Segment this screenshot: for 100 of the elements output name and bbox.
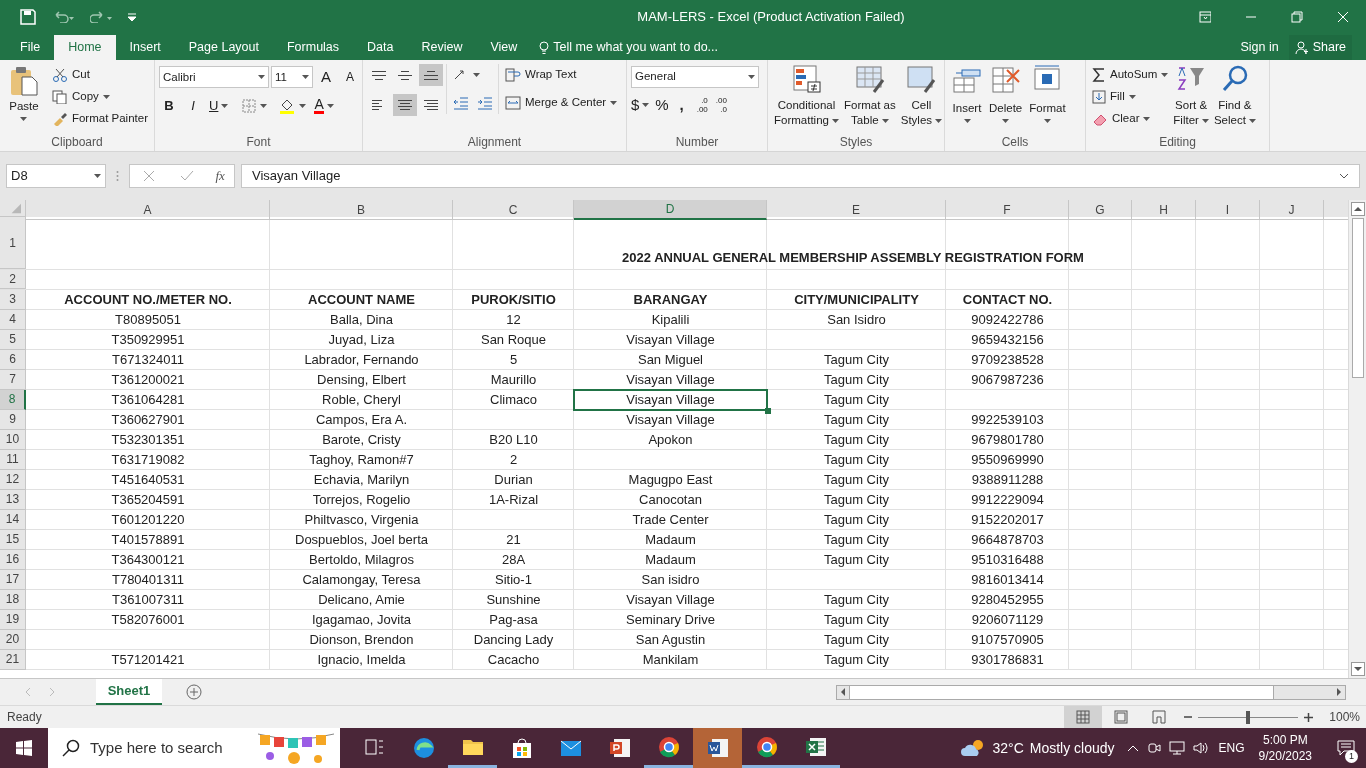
tell-me-field[interactable]: Tell me what you want to do...: [553, 38, 754, 57]
ribbon-tab[interactable]: File: [6, 35, 55, 60]
table-cell[interactable]: Echavia, Marilyn: [270, 470, 453, 490]
table-cell[interactable]: Tagum City: [767, 430, 946, 450]
row-header[interactable]: 4: [0, 310, 26, 330]
table-cell[interactable]: T361007311: [26, 590, 270, 610]
align-center-button[interactable]: [393, 94, 417, 116]
table-cell[interactable]: 5: [453, 350, 574, 370]
table-cell[interactable]: 9664878703: [946, 530, 1069, 550]
ribbon-button[interactable]: Fill: [1090, 86, 1171, 108]
table-cell[interactable]: Tagum City: [767, 650, 946, 670]
zoom-in-button[interactable]: [1304, 712, 1314, 722]
shrink-font-button[interactable]: A: [339, 68, 361, 87]
table-cell[interactable]: Apokon: [574, 430, 767, 450]
ribbon-button[interactable]: Cut: [49, 64, 150, 86]
table-cell[interactable]: Mankilam: [574, 650, 767, 670]
table-cell[interactable]: 9067987236: [946, 370, 1069, 390]
table-cell[interactable]: Tagum City: [767, 390, 946, 410]
table-cell[interactable]: Barote, Cristy: [270, 430, 453, 450]
horizontal-scrollbar[interactable]: [836, 684, 1346, 700]
table-cell[interactable]: 12: [453, 310, 574, 330]
table-cell[interactable]: Visayan Village: [574, 370, 767, 390]
table-cell[interactable]: Madaum: [574, 530, 767, 550]
table-cell[interactable]: Dancing Lady: [453, 630, 574, 650]
table-cell[interactable]: 2: [453, 450, 574, 470]
sort-filter-button[interactable]: Sort & Filter: [1171, 64, 1211, 128]
scroll-thumb[interactable]: [1351, 218, 1364, 378]
table-cell[interactable]: Roble, Cheryl: [270, 390, 453, 410]
row-header[interactable]: 19: [0, 610, 26, 630]
table-cell[interactable]: Campos, Era A.: [270, 410, 453, 430]
sheet-tab[interactable]: Sheet1: [96, 679, 162, 705]
bold-button[interactable]: B: [159, 94, 179, 117]
row-header[interactable]: 12: [0, 470, 26, 490]
table-cell[interactable]: Balla, Dina: [270, 310, 453, 330]
table-cell[interactable]: Sunshine: [453, 590, 574, 610]
table-cell[interactable]: 1A-Rizal: [453, 490, 574, 510]
ribbon-button[interactable]: Clear: [1090, 108, 1171, 130]
row-header[interactable]: 16: [0, 550, 26, 570]
table-cell[interactable]: Tagum City: [767, 610, 946, 630]
table-cell[interactable]: BARANGAY: [574, 290, 767, 310]
taskbar-search-box[interactable]: Type here to search: [48, 728, 340, 768]
row-header[interactable]: 2: [0, 270, 26, 289]
table-cell[interactable]: Magugpo East: [574, 470, 767, 490]
row-header[interactable]: 21: [0, 650, 26, 670]
ribbon-tab[interactable]: Home: [54, 35, 116, 60]
table-cell[interactable]: T582076001: [26, 610, 270, 630]
table-cell[interactable]: 9092422786: [946, 310, 1069, 330]
clock-time[interactable]: 5:00 PM: [1262, 732, 1308, 748]
table-cell[interactable]: 9816013414: [946, 570, 1069, 590]
table-cell[interactable]: T780401311: [26, 570, 270, 590]
decrease-decimal-button[interactable]: .00 .0: [715, 96, 727, 114]
table-cell[interactable]: ACCOUNT NO./METER NO.: [26, 290, 270, 310]
table-cell[interactable]: CITY/MUNICIPALITY: [767, 290, 946, 310]
table-cell[interactable]: Philtvasco, Virgenia: [270, 510, 453, 530]
table-cell[interactable]: San isidro: [574, 570, 767, 590]
table-cell[interactable]: T671324011: [26, 350, 270, 370]
table-cell[interactable]: Bertoldo, Milagros: [270, 550, 453, 570]
table-cell[interactable]: Tagum City: [767, 490, 946, 510]
table-cell[interactable]: Cacacho: [453, 650, 574, 670]
table-cell[interactable]: T601201220: [26, 510, 270, 530]
table-cell[interactable]: T361200021: [26, 370, 270, 390]
table-cell[interactable]: T571201421: [26, 650, 270, 670]
add-sheet-button[interactable]: [186, 684, 202, 700]
table-cell[interactable]: T361064281: [26, 390, 270, 410]
formula-input[interactable]: Visayan Village: [241, 164, 1360, 188]
table-cell[interactable]: 21: [453, 530, 574, 550]
increase-decimal-button[interactable]: .0 .00: [696, 96, 708, 114]
currency-button[interactable]: $: [631, 94, 650, 116]
table-cell[interactable]: Igagamao, Jovita: [270, 610, 453, 630]
row-header[interactable]: 10: [0, 430, 26, 450]
table-cell[interactable]: PUROK/SITIO: [453, 290, 574, 310]
column-header[interactable]: D: [574, 200, 767, 220]
style-conditional-button[interactable]: Conditional Formatting: [772, 64, 841, 128]
zoom-thumb[interactable]: [1246, 710, 1251, 724]
table-cell[interactable]: T451640531: [26, 470, 270, 490]
ribbon-tab[interactable]: Data: [353, 35, 408, 60]
table-cell[interactable]: 9280452955: [946, 590, 1069, 610]
table-cell[interactable]: 9659432156: [946, 330, 1069, 350]
find-select-button[interactable]: Find & Select: [1211, 64, 1258, 128]
ribbon-tab[interactable]: Page Layout: [174, 35, 273, 60]
table-cell[interactable]: 9912229094: [946, 490, 1069, 510]
table-cell[interactable]: 9301786831: [946, 650, 1069, 670]
clock-date[interactable]: 9/20/2023: [1258, 748, 1312, 764]
table-cell[interactable]: Tagum City: [767, 410, 946, 430]
table-cell[interactable]: T80895051: [26, 310, 270, 330]
cell-insert-button[interactable]: Insert: [949, 64, 985, 124]
name-box[interactable]: D8: [6, 164, 106, 188]
row-header[interactable]: 6: [0, 350, 26, 370]
row-header[interactable]: 1: [0, 217, 26, 269]
style-table-button[interactable]: Format as Table: [841, 64, 898, 128]
table-cell[interactable]: B20 L10: [453, 430, 574, 450]
table-cell[interactable]: Trade Center: [574, 510, 767, 530]
comma-button[interactable]: ,: [674, 94, 689, 116]
italic-button[interactable]: I: [183, 94, 203, 117]
table-cell[interactable]: Dospueblos, Joel berta: [270, 530, 453, 550]
row-header[interactable]: 11: [0, 450, 26, 470]
table-cell[interactable]: 9107570905: [946, 630, 1069, 650]
table-cell[interactable]: T360627901: [26, 410, 270, 430]
number-format-dropdown[interactable]: General: [631, 66, 759, 88]
row-header[interactable]: 15: [0, 530, 26, 550]
